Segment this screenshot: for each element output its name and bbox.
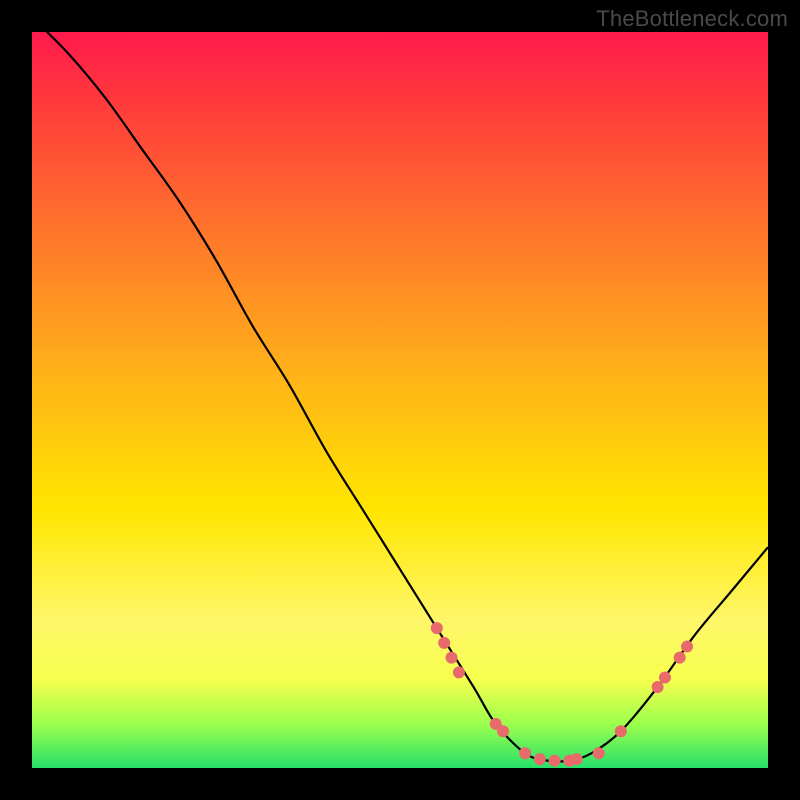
curve-marker (519, 747, 531, 759)
curve-marker (431, 622, 443, 634)
curve-markers (431, 622, 693, 766)
curve-marker (571, 753, 583, 765)
curve-marker (446, 652, 458, 664)
curve-layer (32, 32, 768, 768)
curve-marker (674, 652, 686, 664)
plot-area (32, 32, 768, 768)
curve-marker (453, 666, 465, 678)
curve-marker (534, 753, 546, 765)
bottleneck-curve (32, 32, 768, 762)
chart-frame: TheBottleneck.com (0, 0, 800, 800)
curve-marker (549, 755, 561, 767)
curve-marker (659, 671, 671, 683)
curve-marker (497, 725, 509, 737)
curve-marker (652, 681, 664, 693)
curve-marker (438, 637, 450, 649)
curve-marker (681, 641, 693, 653)
curve-marker (615, 725, 627, 737)
curve-marker (593, 747, 605, 759)
watermark-text: TheBottleneck.com (596, 6, 788, 32)
